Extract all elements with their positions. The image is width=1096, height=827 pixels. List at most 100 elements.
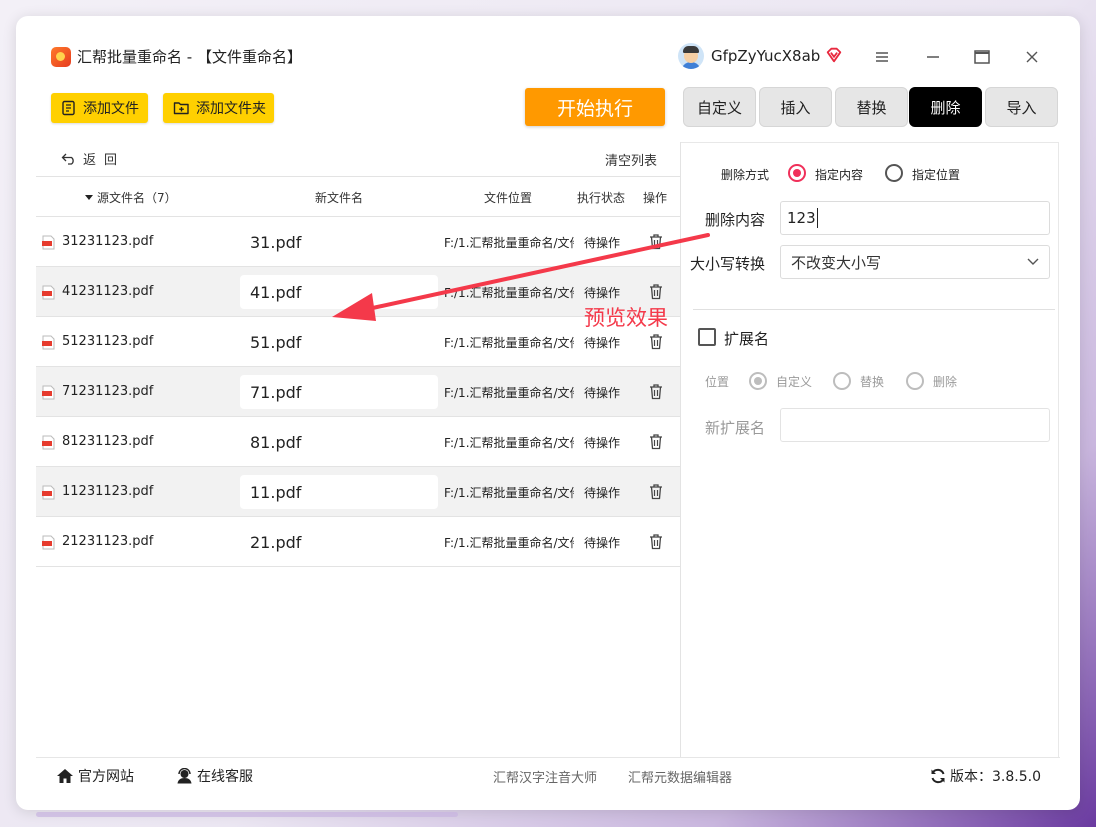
radio-ext-delete[interactable] bbox=[906, 372, 924, 390]
menu-icon[interactable] bbox=[871, 46, 893, 68]
undo-arrow-icon bbox=[61, 153, 74, 165]
radio-specified-content-label[interactable]: 指定内容 bbox=[815, 166, 863, 183]
online-service-link[interactable]: 在线客服 bbox=[176, 766, 253, 786]
trash-icon[interactable] bbox=[648, 433, 664, 450]
version-info[interactable]: 版本：3.8.5.0 bbox=[930, 766, 1041, 786]
column-source[interactable]: 源文件名（7） bbox=[84, 189, 177, 206]
source-filename: 41231123.pdf bbox=[62, 284, 154, 299]
home-icon bbox=[57, 769, 73, 783]
app-window: 汇帮批量重命名 - 【文件重命名】 GfpZyYucX8ab 添加文件 添加文件… bbox=[16, 16, 1080, 810]
divider bbox=[693, 309, 1055, 310]
window-title: 汇帮批量重命名 - 【文件重命名】 bbox=[77, 48, 302, 66]
divider bbox=[36, 176, 680, 177]
pdf-file-icon bbox=[42, 285, 55, 300]
source-filename: 81231123.pdf bbox=[62, 434, 154, 449]
new-filename-field[interactable]: 11.pdf bbox=[240, 475, 438, 509]
minimize-icon[interactable] bbox=[922, 46, 944, 68]
radio-ext-replace[interactable] bbox=[833, 372, 851, 390]
execution-status: 待操作 bbox=[584, 436, 621, 450]
refresh-icon bbox=[931, 768, 945, 784]
file-location: F:/1.汇帮批量重命名/文件 bbox=[444, 436, 574, 450]
tab-import[interactable]: 导入 bbox=[985, 87, 1058, 127]
tab-custom[interactable]: 自定义 bbox=[683, 87, 756, 127]
clear-list-button[interactable]: 清空列表 bbox=[605, 150, 657, 169]
table-row[interactable]: 71231123.pdf 71.pdf F:/1.汇帮批量重命名/文件 待操作 bbox=[36, 367, 680, 417]
column-status: 执行状态 bbox=[577, 191, 626, 205]
execution-status: 待操作 bbox=[584, 536, 621, 550]
table-row[interactable]: 11231123.pdf 11.pdf F:/1.汇帮批量重命名/文件 待操作 bbox=[36, 467, 680, 517]
radio-specified-content[interactable] bbox=[788, 164, 806, 182]
metadata-editor-link[interactable]: 汇帮元数据编辑器 bbox=[628, 767, 732, 786]
table-row[interactable]: 81231123.pdf 81.pdf F:/1.汇帮批量重命名/文件 待操作 bbox=[36, 417, 680, 467]
add-file-icon bbox=[62, 100, 75, 116]
pdf-file-icon bbox=[42, 535, 55, 550]
new-filename-field[interactable]: 81.pdf bbox=[240, 425, 438, 459]
execution-status: 待操作 bbox=[584, 486, 621, 500]
source-filename: 71231123.pdf bbox=[62, 384, 154, 399]
pdf-file-icon bbox=[42, 435, 55, 450]
add-file-label: 添加文件 bbox=[83, 101, 139, 117]
text-cursor bbox=[816, 208, 818, 228]
radio-ext-custom-label[interactable]: 自定义 bbox=[776, 373, 812, 390]
start-execute-button[interactable]: 开始执行 bbox=[525, 88, 665, 126]
divider bbox=[36, 757, 1060, 758]
execution-status: 待操作 bbox=[584, 336, 621, 350]
pdf-file-icon bbox=[42, 485, 55, 500]
back-button[interactable]: 返回 bbox=[61, 149, 125, 168]
table-row[interactable]: 21231123.pdf 21.pdf F:/1.汇帮批量重命名/文件 待操作 bbox=[36, 517, 680, 567]
trash-icon[interactable] bbox=[648, 383, 664, 400]
app-logo-icon bbox=[51, 47, 71, 67]
delete-content-label: 删除内容 bbox=[705, 211, 766, 229]
new-extension-input[interactable] bbox=[780, 408, 1050, 442]
back-label: 返回 bbox=[83, 153, 126, 168]
trash-icon[interactable] bbox=[648, 483, 664, 500]
add-folder-button[interactable]: 添加文件夹 bbox=[163, 93, 274, 123]
row-divider bbox=[36, 566, 680, 567]
ext-position-label: 位置 bbox=[705, 375, 730, 389]
add-folder-label: 添加文件夹 bbox=[196, 101, 266, 117]
official-site-link[interactable]: 官方网站 bbox=[56, 766, 134, 786]
username[interactable]: GfpZyYucX8ab bbox=[711, 47, 820, 65]
file-location: F:/1.汇帮批量重命名/文件 bbox=[444, 386, 574, 400]
column-location: 文件位置 bbox=[484, 191, 533, 205]
case-conversion-select[interactable]: 不改变大小写 bbox=[780, 245, 1050, 279]
tab-insert[interactable]: 插入 bbox=[759, 87, 832, 127]
pdf-file-icon bbox=[42, 235, 55, 250]
column-action: 操作 bbox=[643, 191, 668, 205]
radio-ext-delete-label[interactable]: 删除 bbox=[933, 373, 957, 390]
new-extension-label: 新扩展名 bbox=[705, 419, 766, 437]
customer-service-icon bbox=[177, 768, 192, 784]
sort-down-icon bbox=[85, 195, 93, 200]
pdf-file-icon bbox=[42, 385, 55, 400]
radio-specified-position-label[interactable]: 指定位置 bbox=[912, 166, 960, 183]
radio-ext-replace-label[interactable]: 替换 bbox=[860, 373, 884, 390]
maximize-icon[interactable] bbox=[971, 46, 993, 68]
close-icon[interactable] bbox=[1021, 46, 1043, 68]
source-filename: 21231123.pdf bbox=[62, 534, 154, 549]
trash-icon[interactable] bbox=[648, 333, 664, 350]
column-new-name: 新文件名 bbox=[315, 191, 364, 205]
vip-diamond-icon[interactable] bbox=[825, 46, 843, 64]
hanzi-pinyin-link[interactable]: 汇帮汉字注音大师 bbox=[493, 767, 597, 786]
execution-status: 待操作 bbox=[584, 386, 621, 400]
new-filename-field[interactable]: 21.pdf bbox=[240, 525, 438, 559]
extension-label[interactable]: 扩展名 bbox=[724, 328, 769, 349]
user-avatar[interactable] bbox=[678, 43, 704, 69]
add-file-button[interactable]: 添加文件 bbox=[51, 93, 148, 123]
add-folder-icon bbox=[173, 102, 189, 115]
delete-content-input[interactable]: 123 bbox=[780, 201, 1050, 235]
file-location: F:/1.汇帮批量重命名/文件 bbox=[444, 486, 574, 500]
chevron-down-icon bbox=[1027, 258, 1039, 265]
taskbar-glow bbox=[36, 812, 458, 817]
pdf-file-icon bbox=[42, 335, 55, 350]
radio-specified-position[interactable] bbox=[885, 164, 903, 182]
tab-delete[interactable]: 删除 bbox=[909, 87, 982, 127]
delete-mode-label: 删除方式 bbox=[721, 168, 770, 182]
source-filename: 31231123.pdf bbox=[62, 234, 154, 249]
tab-replace[interactable]: 替换 bbox=[835, 87, 908, 127]
new-filename-field[interactable]: 71.pdf bbox=[240, 375, 438, 409]
preview-effect-label: 预览效果 bbox=[584, 306, 668, 330]
radio-ext-custom[interactable] bbox=[749, 372, 767, 390]
file-location: F:/1.汇帮批量重命名/文件 bbox=[444, 536, 574, 550]
trash-icon[interactable] bbox=[648, 533, 664, 550]
